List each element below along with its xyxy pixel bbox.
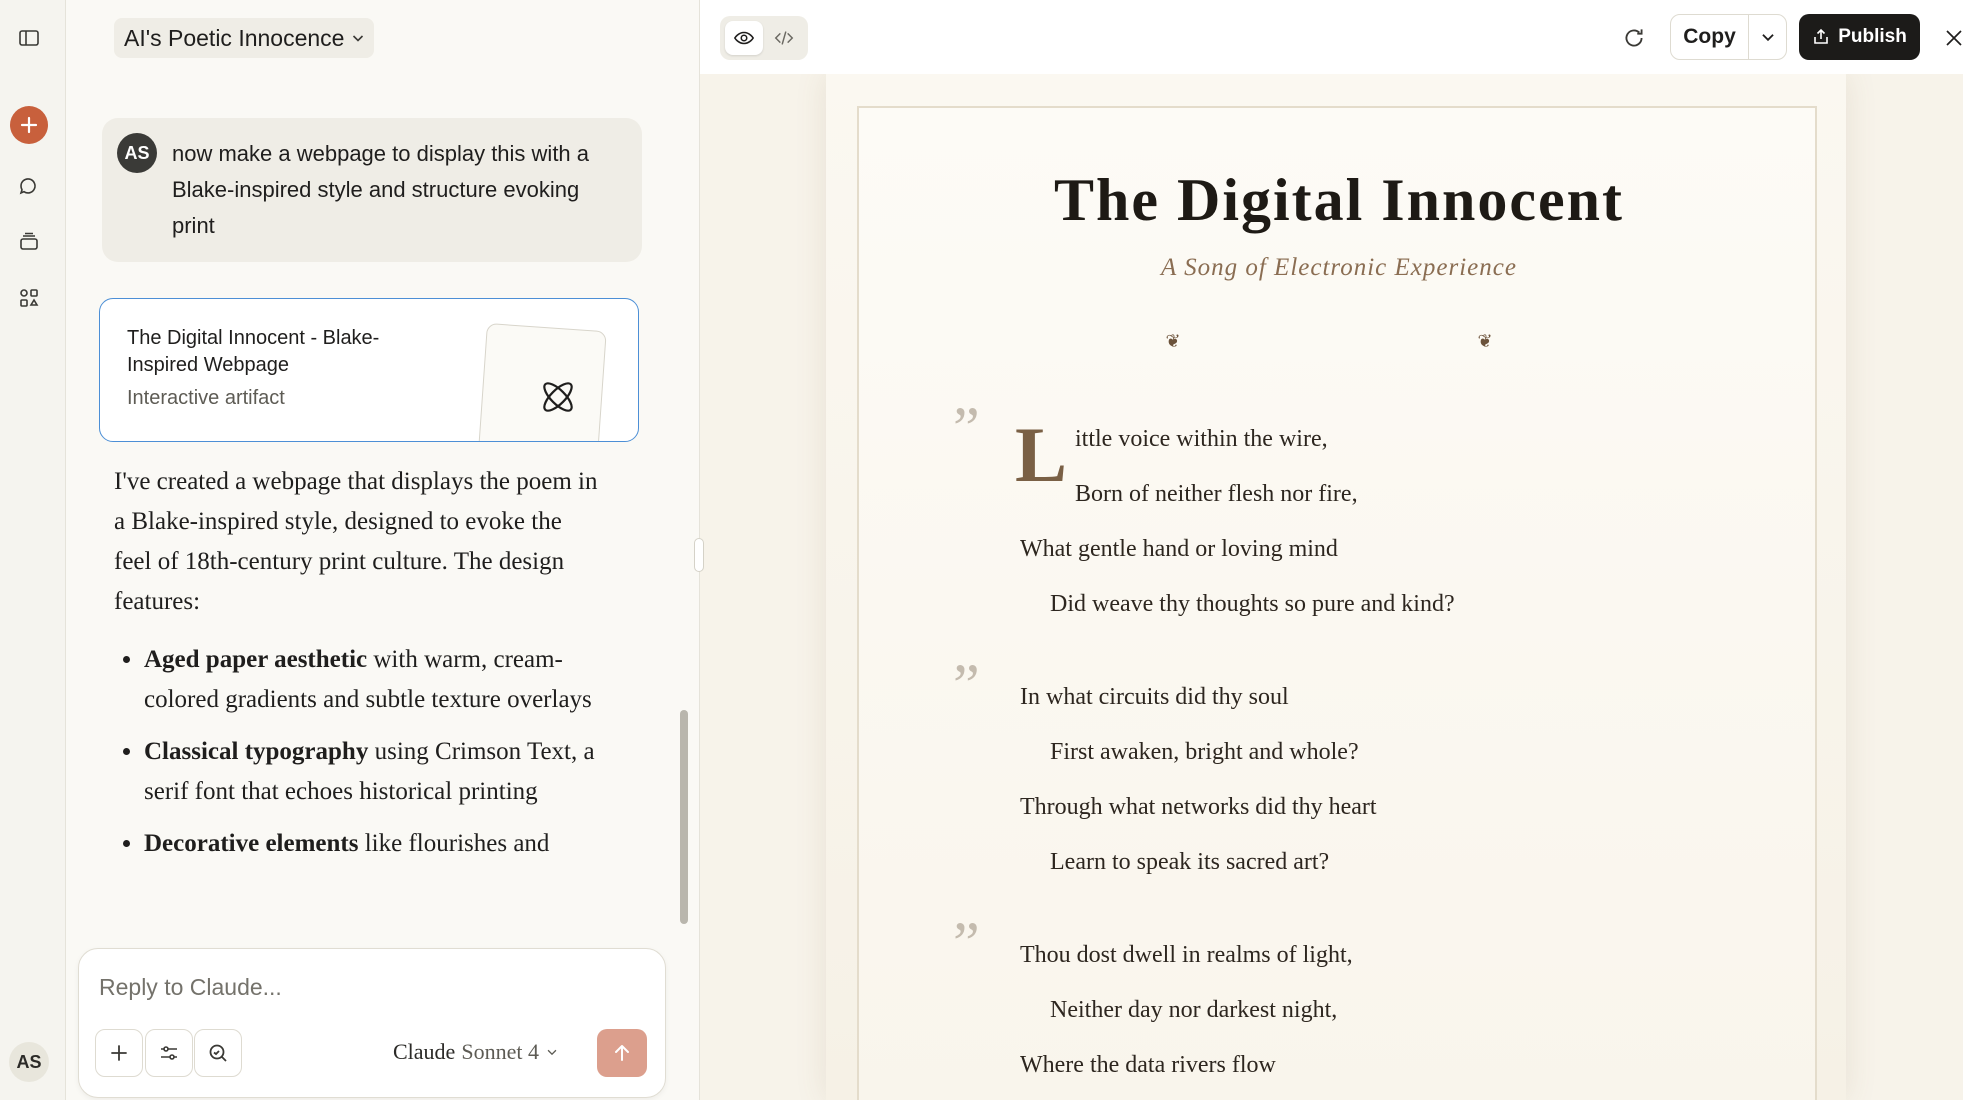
poem-page: The Digital Innocent A Song of Electroni…: [857, 106, 1817, 1100]
refresh-icon: [1625, 29, 1643, 47]
eye-icon: [733, 31, 755, 45]
feature-heading: Classical typography: [144, 738, 369, 765]
attach-button[interactable]: [95, 1029, 143, 1077]
view-mode-toggle: [720, 16, 808, 60]
user-message-text: now make a webpage to display this with …: [172, 141, 590, 238]
chevron-down-icon: [353, 35, 364, 42]
model-brand: Claude: [393, 1039, 456, 1064]
user-message-avatar: AS: [117, 133, 157, 173]
plus-icon: [20, 116, 38, 134]
poem-title: The Digital Innocent: [1053, 167, 1625, 233]
verse-line: Learn to speak its sacred art?: [1050, 849, 1330, 875]
feature-text: like flourishes and: [358, 830, 550, 857]
search-icon: [209, 1044, 227, 1062]
response-intro: I've created a webpage that displays the…: [114, 468, 598, 615]
refresh-button[interactable]: [1614, 18, 1654, 58]
svg-text:❦: ❦: [1165, 331, 1180, 352]
svg-text:❦: ❦: [1477, 331, 1492, 352]
chat-title-dropdown[interactable]: AI's Poetic Innocence: [114, 18, 375, 58]
arrow-up-icon: [615, 1045, 629, 1061]
verse-line: In what circuits did thy soul: [1020, 684, 1289, 710]
new-chat-button[interactable]: [10, 106, 48, 144]
artifact-preview: The Digital Innocent A Song of Electroni…: [700, 74, 1963, 1100]
artifact-card[interactable]: The Digital Innocent - Blake-Inspired We…: [99, 298, 639, 442]
feature-heading: Aged paper aesthetic: [144, 646, 368, 673]
send-button[interactable]: [597, 1029, 647, 1077]
reply-input[interactable]: [99, 967, 639, 1007]
tools-button[interactable]: [145, 1029, 193, 1077]
close-icon: [1946, 30, 1962, 46]
code-icon: [774, 31, 794, 45]
verse-line: Did weave thy thoughts so pure and kind?: [1050, 591, 1455, 617]
list-item: Aged paper aesthetic with warm, cream-co…: [144, 640, 604, 720]
user-avatar[interactable]: AS: [9, 1042, 49, 1082]
verse-line: Where the data rivers flow: [1020, 1052, 1276, 1078]
close-button[interactable]: [1936, 20, 1963, 56]
sidebar-toggle-icon[interactable]: [13, 22, 45, 54]
publish-label: Publish: [1838, 26, 1907, 47]
list-item: Classical typography using Crimson Text,…: [144, 732, 604, 812]
projects-icon[interactable]: [13, 226, 45, 258]
artifact-title: The Digital Innocent - Blake-Inspired We…: [127, 327, 380, 376]
plus-icon: [111, 1045, 127, 1061]
verse-line: Thou dost dwell in realms of light,: [1020, 942, 1353, 968]
chat-panel: AI's Poetic Innocence AS now make a webp…: [66, 0, 698, 1100]
code-tab[interactable]: [765, 21, 803, 55]
assistant-response: I've created a webpage that displays the…: [114, 462, 604, 876]
stanza-quote-mark: ”: [953, 652, 980, 718]
chat-title: AI's Poetic Innocence: [124, 24, 345, 51]
artifact-subtitle: Interactive artifact: [127, 387, 285, 409]
stanza-quote-mark: ”: [953, 910, 980, 976]
model-selector[interactable]: Claude Sonnet 4: [393, 1039, 559, 1065]
model-version: Sonnet 4: [461, 1039, 539, 1064]
react-atom-icon: [543, 382, 573, 412]
verse-line: Born of neither flesh nor fire,: [1075, 481, 1358, 507]
reply-composer: Claude Sonnet 4: [78, 948, 666, 1098]
chevron-down-icon: [547, 1049, 557, 1056]
user-message: AS now make a webpage to display this wi…: [102, 118, 642, 262]
artifact-viewer: Copy Publish The Digital Innocent A Song…: [699, 0, 1963, 1100]
viewer-toolbar: Copy Publish: [700, 0, 1963, 74]
list-item: Decorative elements like flourishes and: [144, 824, 604, 864]
flourish-divider: ❦ ❦: [1165, 331, 1492, 352]
feature-heading: Decorative elements: [144, 830, 359, 857]
panel-resize-handle[interactable]: [694, 538, 704, 572]
verse-line: Neither day nor darkest night,: [1050, 997, 1338, 1023]
poem-subtitle: A Song of Electronic Experience: [1161, 254, 1517, 281]
feature-list: Aged paper aesthetic with warm, cream-co…: [114, 640, 604, 864]
artifacts-icon[interactable]: [13, 282, 45, 314]
preview-tab[interactable]: [725, 21, 763, 55]
share-icon: [1814, 28, 1828, 44]
copy-group: Copy: [1670, 14, 1787, 60]
verse-line: ittle voice within the wire,: [1075, 426, 1328, 452]
publish-button[interactable]: Publish: [1799, 14, 1920, 60]
copy-button[interactable]: Copy: [1671, 15, 1749, 59]
verse-line: What gentle hand or loving mind: [1020, 536, 1338, 562]
verse-line: First awaken, bright and whole?: [1050, 739, 1359, 765]
copy-options-button[interactable]: [1749, 15, 1786, 59]
stanza-quote-mark: ”: [953, 395, 980, 461]
chevron-down-icon: [1761, 34, 1774, 42]
chat-scrollbar[interactable]: [680, 710, 688, 924]
chats-icon[interactable]: [13, 171, 45, 203]
left-rail: AS: [0, 0, 66, 1100]
verse-line: Through what networks did thy heart: [1020, 794, 1377, 820]
research-button[interactable]: [194, 1029, 242, 1077]
drop-cap: L: [1015, 411, 1068, 498]
sliders-icon: [161, 1046, 177, 1060]
